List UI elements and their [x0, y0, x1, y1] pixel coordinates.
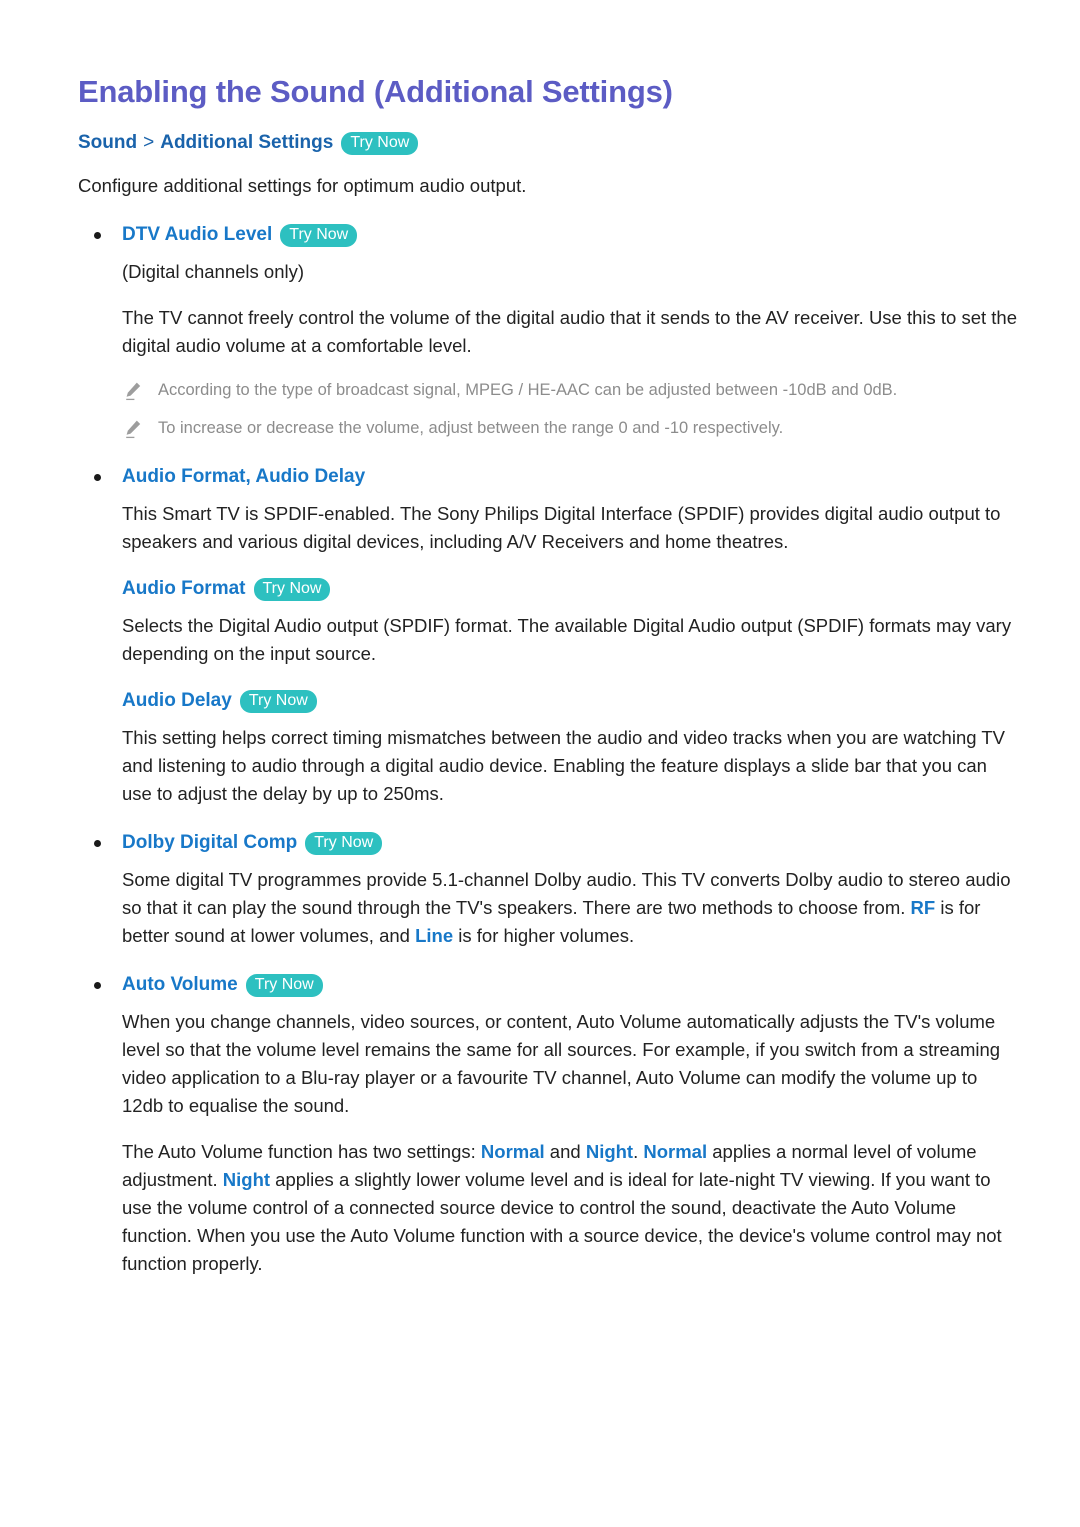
- heading-label-dolby-digital-comp[interactable]: Dolby Digital Comp: [122, 830, 297, 856]
- bullet-icon: [94, 982, 101, 989]
- page-title: Enabling the Sound (Additional Settings): [78, 74, 673, 109]
- highlight-normal-2: Normal: [643, 1141, 708, 1162]
- try-now-badge-audio-format[interactable]: Try Now: [253, 577, 331, 601]
- try-now-badge-dolby-digital-comp[interactable]: Try Now: [305, 831, 383, 855]
- highlight-rf: RF: [910, 897, 936, 918]
- auto-volume-text-part1: The Auto Volume function has two setting…: [122, 1141, 481, 1162]
- try-now-badge-breadcrumb[interactable]: Try Now: [341, 131, 419, 155]
- note-row: According to the type of broadcast signa…: [78, 378, 1020, 402]
- heading-label-audio-format[interactable]: Audio Format: [122, 576, 246, 602]
- breadcrumb: Sound > Additional Settings Try Now: [78, 130, 1020, 156]
- intro-paragraph: Configure additional settings for optimu…: [78, 175, 527, 196]
- try-now-badge-audio-delay[interactable]: Try Now: [239, 689, 317, 713]
- audio-delay-paragraph: This setting helps correct timing mismat…: [122, 727, 1005, 804]
- bullet-icon: [94, 232, 101, 239]
- dtv-audio-level-paragraph: The TV cannot freely control the volume …: [122, 307, 1018, 356]
- auto-volume-paragraph-2: The Auto Volume function has two setting…: [78, 1138, 1020, 1278]
- pencil-icon: [122, 418, 144, 440]
- dolby-digital-comp-paragraph: Some digital TV programmes provide 5.1-c…: [78, 866, 1020, 950]
- section-heading-dtv-audio-level: DTV Audio Level Try Now: [78, 222, 1020, 248]
- dtv-audio-level-parenthetical: (Digital channels only): [122, 261, 305, 282]
- highlight-normal-1: Normal: [480, 1141, 545, 1162]
- chevron-right-icon: >: [143, 132, 155, 153]
- audio-format-delay-paragraph: This Smart TV is SPDIF-enabled. The Sony…: [122, 503, 1001, 552]
- heading-label-audio-format-audio-delay[interactable]: Audio Format, Audio Delay: [122, 464, 365, 490]
- section-heading-audio-format-audio-delay: Audio Format, Audio Delay: [78, 464, 1020, 490]
- heading-label-dtv-audio-level[interactable]: DTV Audio Level: [122, 222, 272, 248]
- section-heading-auto-volume: Auto Volume Try Now: [78, 972, 1020, 998]
- breadcrumb-item-additional-settings[interactable]: Additional Settings: [160, 130, 333, 156]
- highlight-night-1: Night: [585, 1141, 634, 1162]
- heading-label-audio-delay[interactable]: Audio Delay: [122, 688, 232, 714]
- pencil-icon: [122, 380, 144, 402]
- try-now-badge-auto-volume[interactable]: Try Now: [245, 973, 323, 997]
- auto-volume-text-part3: .: [633, 1141, 644, 1162]
- breadcrumb-item-sound[interactable]: Sound: [78, 130, 137, 156]
- bullet-icon: [94, 840, 101, 847]
- audio-format-paragraph: Selects the Digital Audio output (SPDIF)…: [122, 615, 1012, 664]
- note-text: To increase or decrease the volume, adju…: [158, 419, 784, 437]
- auto-volume-paragraph-1: When you change channels, video sources,…: [122, 1011, 1001, 1116]
- highlight-line: Line: [415, 925, 454, 946]
- document-page: Enabling the Sound (Additional Settings)…: [0, 0, 1080, 1527]
- note-text: According to the type of broadcast signa…: [158, 381, 898, 399]
- auto-volume-text-part2: and: [544, 1141, 586, 1162]
- highlight-night-2: Night: [222, 1169, 271, 1190]
- section-heading-dolby-digital-comp: Dolby Digital Comp Try Now: [78, 830, 1020, 856]
- dolby-text-part3: is for higher volumes.: [453, 925, 635, 946]
- bullet-icon: [94, 474, 101, 481]
- section-heading-audio-delay: Audio Delay Try Now: [78, 688, 1020, 714]
- section-heading-audio-format: Audio Format Try Now: [78, 576, 1020, 602]
- dolby-text-part1: Some digital TV programmes provide 5.1-c…: [122, 869, 1011, 918]
- note-row: To increase or decrease the volume, adju…: [78, 416, 1020, 440]
- try-now-badge-dtv-audio-level[interactable]: Try Now: [280, 223, 358, 247]
- heading-label-auto-volume[interactable]: Auto Volume: [122, 972, 238, 998]
